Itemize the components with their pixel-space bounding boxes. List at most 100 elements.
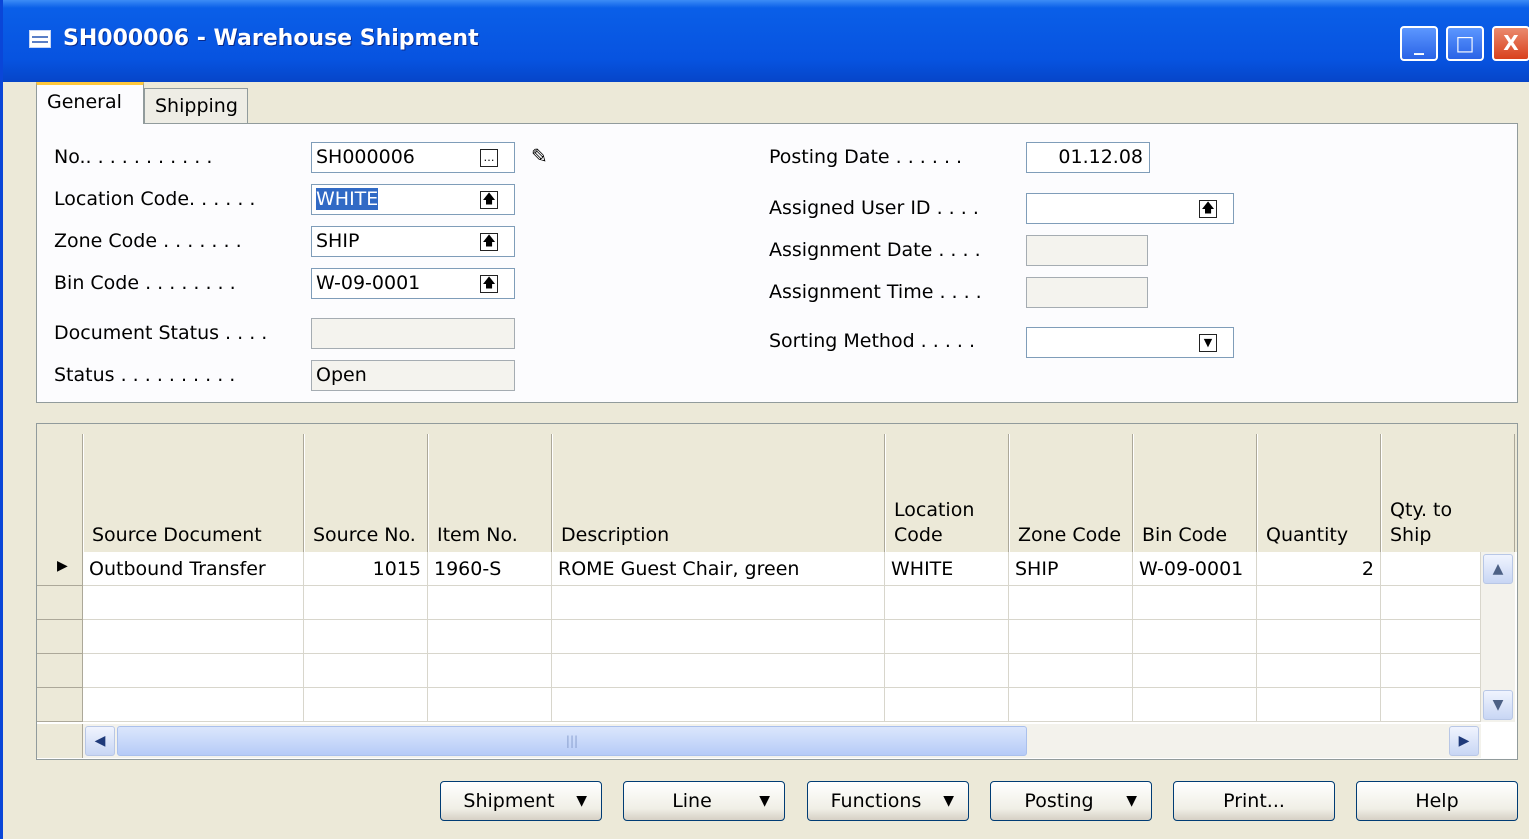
edit-pencil-icon[interactable]: ✎ bbox=[531, 144, 555, 168]
empty-cell[interactable] bbox=[1133, 620, 1257, 654]
empty-cell[interactable] bbox=[1257, 586, 1381, 620]
form-icon bbox=[29, 30, 51, 48]
empty-cell[interactable] bbox=[83, 586, 304, 620]
print-button[interactable]: Print... bbox=[1173, 781, 1335, 821]
col-source-no[interactable]: Source No. bbox=[304, 434, 428, 552]
col-qty-to-ship[interactable]: Qty. to Ship bbox=[1381, 434, 1515, 552]
empty-cell[interactable] bbox=[83, 620, 304, 654]
empty-cell[interactable] bbox=[885, 620, 1009, 654]
scroll-corner bbox=[37, 724, 83, 758]
empty-cell[interactable] bbox=[1257, 654, 1381, 688]
empty-cell[interactable] bbox=[1381, 620, 1481, 654]
empty-cell[interactable] bbox=[1381, 654, 1481, 688]
col-source-document[interactable]: Source Document bbox=[83, 434, 304, 552]
assignment-date-field bbox=[1026, 235, 1148, 266]
empty-cell[interactable] bbox=[428, 688, 552, 722]
cell-item-no[interactable]: 1960-S bbox=[428, 552, 552, 586]
col-zone-code[interactable]: Zone Code bbox=[1009, 434, 1133, 552]
scroll-left-icon[interactable]: ◀ bbox=[85, 726, 115, 756]
no-label: No.. . . . . . . . . . . bbox=[54, 146, 213, 168]
row-selector[interactable] bbox=[37, 586, 83, 620]
lookup-arrow-icon[interactable]: 🡅 bbox=[1199, 200, 1217, 218]
tab-shipping[interactable]: Shipping bbox=[144, 88, 248, 124]
lookup-arrow-icon[interactable]: 🡅 bbox=[480, 233, 498, 251]
empty-cell[interactable] bbox=[1381, 688, 1481, 722]
functions-menu-button[interactable]: Functions ▼ bbox=[807, 781, 969, 821]
col-bin-code[interactable]: Bin Code bbox=[1133, 434, 1257, 552]
horizontal-scrollbar[interactable]: ◀ ||| ▶ bbox=[83, 724, 1481, 758]
empty-cell[interactable] bbox=[552, 620, 885, 654]
posting-menu-button[interactable]: Posting ▼ bbox=[990, 781, 1152, 821]
line-menu-button[interactable]: Line ▼ bbox=[623, 781, 785, 821]
empty-cell[interactable] bbox=[1009, 586, 1133, 620]
posting-date-field[interactable]: 01.12.08 bbox=[1026, 142, 1150, 173]
close-button[interactable]: X bbox=[1492, 26, 1529, 61]
empty-cell[interactable] bbox=[428, 654, 552, 688]
empty-cell[interactable] bbox=[885, 688, 1009, 722]
lookup-arrow-icon[interactable]: 🡅 bbox=[480, 191, 498, 209]
vertical-scrollbar[interactable]: ▲ ▼ bbox=[1481, 552, 1515, 722]
cell-source-no[interactable]: 1015 bbox=[304, 552, 428, 586]
empty-cell[interactable] bbox=[304, 620, 428, 654]
cell-zone-code[interactable]: SHIP bbox=[1009, 552, 1133, 586]
empty-cell[interactable] bbox=[885, 654, 1009, 688]
empty-cell[interactable] bbox=[1257, 620, 1381, 654]
empty-cell[interactable] bbox=[428, 586, 552, 620]
col-quantity[interactable]: Quantity bbox=[1257, 434, 1381, 552]
row-selector[interactable] bbox=[37, 654, 83, 688]
assignment-time-field bbox=[1026, 277, 1148, 308]
empty-cell[interactable] bbox=[428, 620, 552, 654]
shipment-menu-button[interactable]: Shipment ▼ bbox=[440, 781, 602, 821]
empty-cell[interactable] bbox=[1009, 620, 1133, 654]
minimize-button[interactable]: _ bbox=[1400, 26, 1438, 61]
cell-bin-code[interactable]: W-09-0001 bbox=[1133, 552, 1257, 586]
location-code-label: Location Code. . . . . . bbox=[54, 188, 256, 210]
tab-general[interactable]: General bbox=[36, 82, 144, 124]
empty-cell[interactable] bbox=[304, 586, 428, 620]
assigned-user-id-field[interactable]: 🡅 bbox=[1026, 193, 1234, 224]
cell-quantity[interactable]: 2 bbox=[1257, 552, 1381, 586]
scroll-right-icon[interactable]: ▶ bbox=[1449, 726, 1479, 756]
cell-qty-to-ship[interactable] bbox=[1381, 552, 1481, 586]
col-item-no[interactable]: Item No. bbox=[428, 434, 552, 552]
lookup-arrow-icon[interactable]: 🡅 bbox=[480, 275, 498, 293]
bin-code-field[interactable]: W-09-0001 🡅 bbox=[311, 268, 515, 299]
empty-cell[interactable] bbox=[1133, 688, 1257, 722]
empty-cell[interactable] bbox=[1381, 586, 1481, 620]
maximize-button[interactable]: □ bbox=[1446, 26, 1484, 61]
scroll-up-icon[interactable]: ▲ bbox=[1483, 554, 1513, 584]
empty-cell[interactable] bbox=[552, 586, 885, 620]
row-selector[interactable] bbox=[37, 688, 83, 722]
empty-cell[interactable] bbox=[1009, 654, 1133, 688]
empty-cell[interactable] bbox=[1257, 688, 1381, 722]
empty-cell[interactable] bbox=[83, 688, 304, 722]
empty-cell[interactable] bbox=[83, 654, 304, 688]
warehouse-shipment-window: SH000006 - Warehouse Shipment _ □ X Gene… bbox=[0, 0, 1529, 839]
help-button[interactable]: Help bbox=[1356, 781, 1518, 821]
location-code-field[interactable]: WHITE 🡅 bbox=[311, 184, 515, 215]
assist-edit-icon[interactable]: … bbox=[480, 149, 498, 167]
empty-cell[interactable] bbox=[304, 654, 428, 688]
empty-cell[interactable] bbox=[885, 586, 1009, 620]
no-field[interactable]: SH000006 … bbox=[311, 142, 515, 173]
col-location-code[interactable]: Location Code bbox=[885, 434, 1009, 552]
empty-cell[interactable] bbox=[1009, 688, 1133, 722]
scroll-thumb[interactable]: ||| bbox=[117, 726, 1027, 756]
col-description[interactable]: Description bbox=[552, 434, 885, 552]
empty-cell[interactable] bbox=[1133, 586, 1257, 620]
row-selector[interactable] bbox=[37, 620, 83, 654]
scroll-down-icon[interactable]: ▼ bbox=[1483, 690, 1513, 720]
header-corner bbox=[37, 434, 83, 552]
empty-cell[interactable] bbox=[1133, 654, 1257, 688]
empty-cell[interactable] bbox=[552, 654, 885, 688]
cell-location-code[interactable]: WHITE bbox=[885, 552, 1009, 586]
title-bar[interactable]: SH000006 - Warehouse Shipment _ □ X bbox=[3, 0, 1529, 82]
empty-cell[interactable] bbox=[304, 688, 428, 722]
cell-description[interactable]: ROME Guest Chair, green bbox=[552, 552, 885, 586]
row-selector-current[interactable]: ▶ bbox=[37, 552, 83, 586]
empty-cell[interactable] bbox=[552, 688, 885, 722]
zone-code-field[interactable]: SHIP 🡅 bbox=[311, 226, 515, 257]
cell-source-document[interactable]: Outbound Transfer bbox=[83, 552, 304, 586]
dropdown-arrow-icon[interactable]: ▼ bbox=[1199, 334, 1217, 352]
sorting-method-select[interactable]: ▼ bbox=[1026, 327, 1234, 358]
